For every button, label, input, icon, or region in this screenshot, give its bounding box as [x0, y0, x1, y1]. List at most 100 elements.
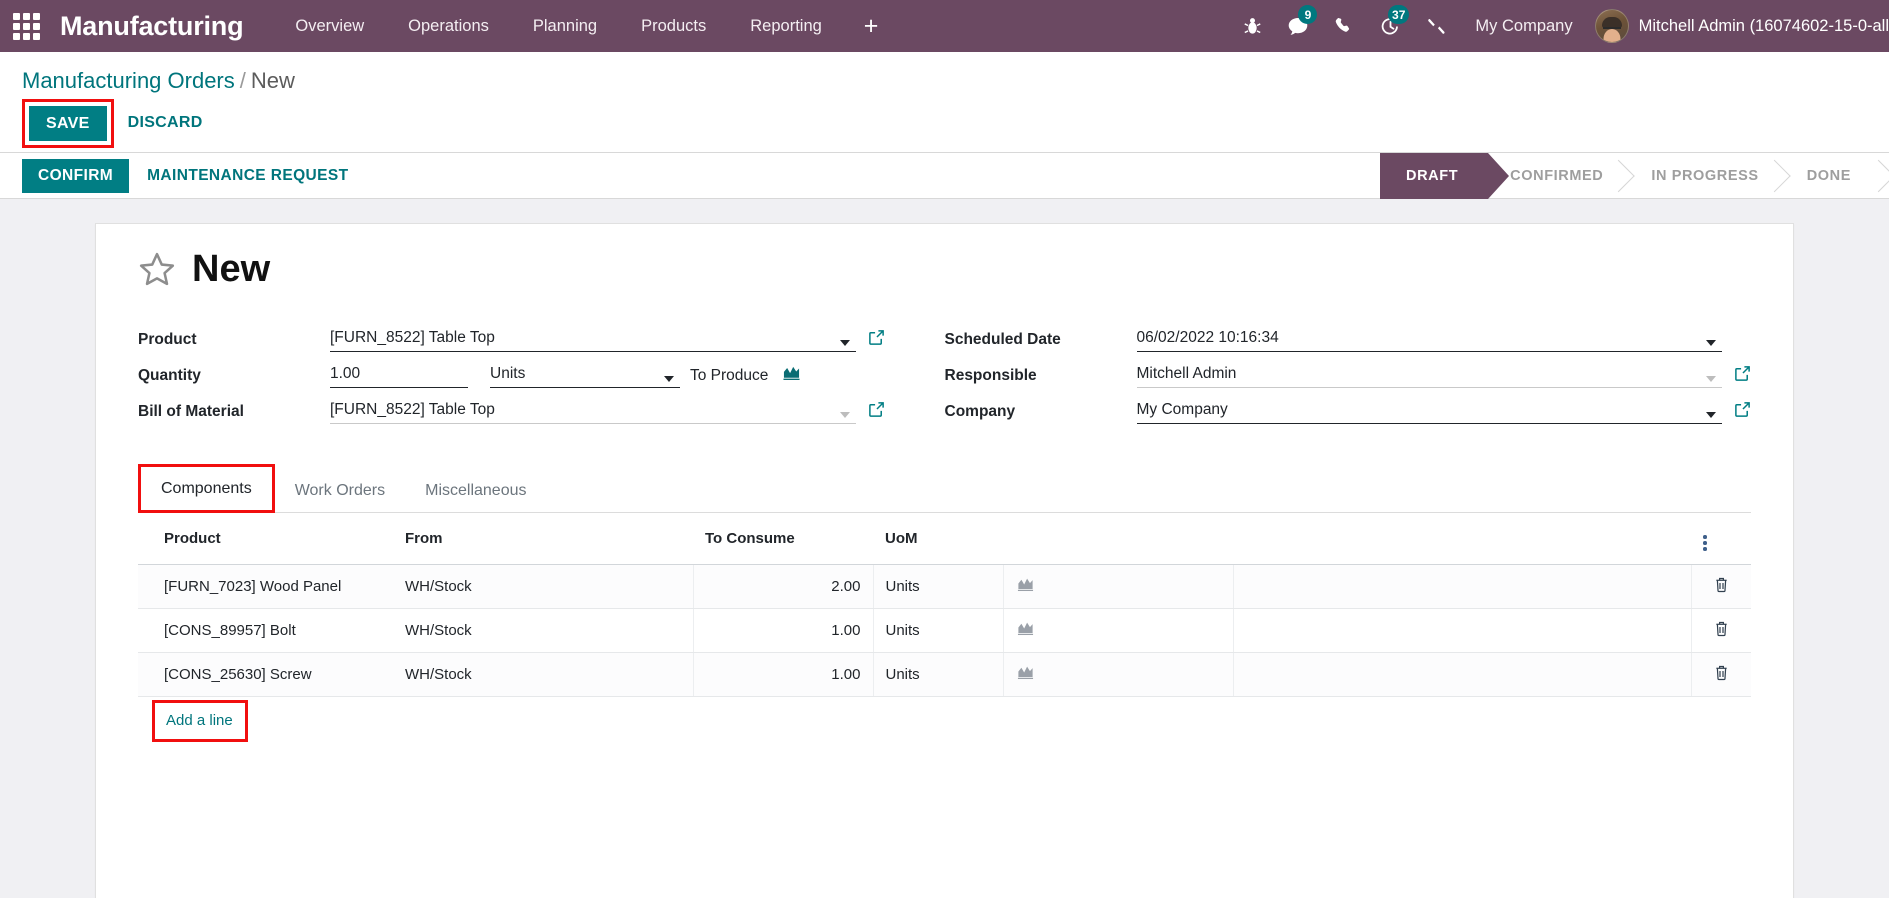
form-column-right: Scheduled Date Responsible [945, 316, 1752, 425]
column-header-spacer [1233, 512, 1691, 565]
tab-work-orders[interactable]: Work Orders [275, 469, 405, 511]
add-a-line-link[interactable]: Add a line [155, 702, 245, 739]
trash-icon[interactable] [1714, 621, 1729, 641]
bom-input[interactable] [330, 398, 856, 425]
status-stages: DRAFT CONFIRMED IN PROGRESS DONE [1380, 152, 1889, 199]
chevron-down-icon[interactable] [1706, 412, 1716, 419]
column-header-to-consume[interactable]: To Consume [693, 512, 873, 565]
responsible-internal-link-icon[interactable] [1734, 365, 1751, 388]
forecast-report-icon[interactable] [782, 364, 801, 388]
field-company: Company [945, 388, 1752, 425]
notebook: Components Work Orders Miscellaneous Pro… [138, 464, 1751, 742]
breadcrumb: Manufacturing Orders / New [22, 52, 1867, 94]
menu-item-reporting[interactable]: Reporting [728, 0, 844, 52]
cell-uom[interactable]: Units [872, 652, 1003, 697]
breadcrumb-root[interactable]: Manufacturing Orders [22, 68, 235, 93]
messages-icon[interactable]: 9 [1275, 0, 1321, 52]
save-button[interactable]: SAVE [29, 105, 107, 142]
chevron-down-icon[interactable] [839, 412, 850, 419]
quantity-input[interactable] [330, 362, 468, 389]
company-internal-link-icon[interactable] [1734, 401, 1751, 424]
forecast-report-icon[interactable] [1016, 578, 1035, 596]
form-sheet-background: New Product [FURN_8522] Table Top Quanti… [0, 199, 1889, 898]
cell-from[interactable]: WH/Stock [393, 652, 693, 697]
bom-internal-link-icon[interactable] [868, 401, 885, 424]
quantity-uom-input[interactable] [490, 362, 680, 389]
vertical-dots-icon[interactable] [1703, 535, 1707, 551]
avatar [1594, 9, 1629, 43]
debug-icon[interactable] [1229, 0, 1275, 52]
chevron-down-icon[interactable] [839, 340, 850, 347]
status-stage-confirmed[interactable]: CONFIRMED [1488, 153, 1629, 199]
cell-from[interactable]: WH/Stock [393, 608, 693, 653]
product-internal-link-icon[interactable] [868, 329, 885, 352]
field-bom-label: Bill of Material [138, 403, 244, 421]
chevron-down-icon[interactable] [664, 376, 674, 383]
cell-from[interactable]: WH/Stock [393, 564, 693, 609]
company-input[interactable] [1136, 398, 1722, 425]
cell-product[interactable]: [CONS_89957] Bolt [138, 608, 393, 653]
current-company-label[interactable]: My Company [1459, 17, 1588, 36]
phone-icon[interactable] [1321, 0, 1367, 52]
cell-to-consume[interactable]: 1.00 [692, 608, 873, 653]
username-label: Mitchell Admin (16074602-15-0-all [1638, 16, 1889, 35]
scheduled-date-input[interactable] [1136, 326, 1722, 353]
column-header-from[interactable]: From [393, 512, 693, 565]
menu-item-planning[interactable]: Planning [511, 0, 619, 52]
tab-miscellaneous[interactable]: Miscellaneous [405, 469, 546, 511]
table-row[interactable]: [FURN_7023] Wood Panel WH/Stock 2.00 Uni… [138, 564, 1751, 609]
developer-tools-icon[interactable] [1413, 0, 1459, 52]
cell-product[interactable]: [CONS_25630] Screw [138, 652, 393, 697]
cell-uom[interactable]: Units [872, 564, 1003, 609]
breadcrumb-separator: / [239, 68, 246, 93]
menu-item-products[interactable]: Products [619, 0, 728, 52]
activities-icon[interactable]: 37 [1367, 0, 1413, 52]
confirm-button[interactable]: CONFIRM [22, 158, 130, 193]
menu-item-operations[interactable]: Operations [386, 0, 511, 52]
trash-icon[interactable] [1714, 665, 1729, 685]
cell-product[interactable]: [FURN_7023] Wood Panel [138, 564, 393, 609]
field-scheduled-date: Scheduled Date [945, 316, 1752, 353]
chevron-down-icon[interactable] [1706, 376, 1716, 383]
status-stage-in-progress[interactable]: IN PROGRESS [1629, 153, 1784, 199]
table-body: [FURN_7023] Wood Panel WH/Stock 2.00 Uni… [138, 564, 1751, 742]
responsible-input[interactable] [1136, 362, 1722, 389]
user-menu[interactable]: Mitchell Admin (16074602-15-0-all [1589, 9, 1889, 43]
chevron-down-icon[interactable] [1706, 340, 1716, 347]
cell-uom[interactable]: Units [872, 608, 1003, 653]
column-header-uom[interactable]: UoM [873, 512, 1003, 565]
app-brand-title[interactable]: Manufacturing [60, 12, 244, 40]
discard-button[interactable]: DISCARD [114, 105, 217, 141]
status-stage-draft[interactable]: DRAFT [1380, 152, 1510, 199]
maintenance-request-button[interactable]: MAINTENANCE REQUEST [129, 159, 366, 193]
components-table: Product From To Consume UoM [FURN_7023] … [138, 512, 1751, 742]
menu-item-overview[interactable]: Overview [273, 0, 386, 52]
table-row[interactable]: [CONS_25630] Screw WH/Stock 1.00 Units [138, 652, 1751, 697]
form-sheet: New Product [FURN_8522] Table Top Quanti… [95, 223, 1794, 898]
forecast-report-icon[interactable] [1016, 622, 1035, 640]
forecast-report-icon[interactable] [1016, 666, 1035, 684]
annotation-box-add-a-line: Add a line [152, 699, 248, 742]
cell-spacer [1232, 652, 1691, 697]
apps-menu-icon[interactable] [0, 0, 52, 52]
field-product: Product [138, 316, 885, 353]
cell-to-consume[interactable]: 1.00 [692, 652, 873, 697]
favorite-star-icon[interactable] [138, 250, 176, 288]
cell-forecast [1002, 608, 1233, 653]
systray: 9 37 My Company Mitchell Admin (16074602… [1229, 0, 1889, 52]
table-row[interactable]: [CONS_89957] Bolt WH/Stock 1.00 Units [138, 608, 1751, 653]
product-input[interactable] [330, 326, 856, 353]
add-menu-icon[interactable]: + [844, 0, 899, 52]
activities-badge: 37 [1388, 5, 1410, 24]
annotation-box-save: SAVE [22, 98, 114, 149]
add-line-cell: Add a line [138, 696, 1751, 742]
column-header-product[interactable]: Product [138, 512, 393, 565]
trash-icon[interactable] [1714, 577, 1729, 597]
control-panel: Manufacturing Orders / New SAVE DISCARD [0, 52, 1889, 154]
field-quantity: Quantity To Produce [138, 352, 885, 389]
cell-to-consume[interactable]: 2.00 [692, 564, 873, 609]
status-stage-done[interactable]: DONE [1785, 153, 1889, 199]
tab-components[interactable]: Components [141, 467, 272, 510]
optional-columns-toggle[interactable] [1691, 512, 1751, 565]
cell-spacer [1232, 608, 1691, 653]
